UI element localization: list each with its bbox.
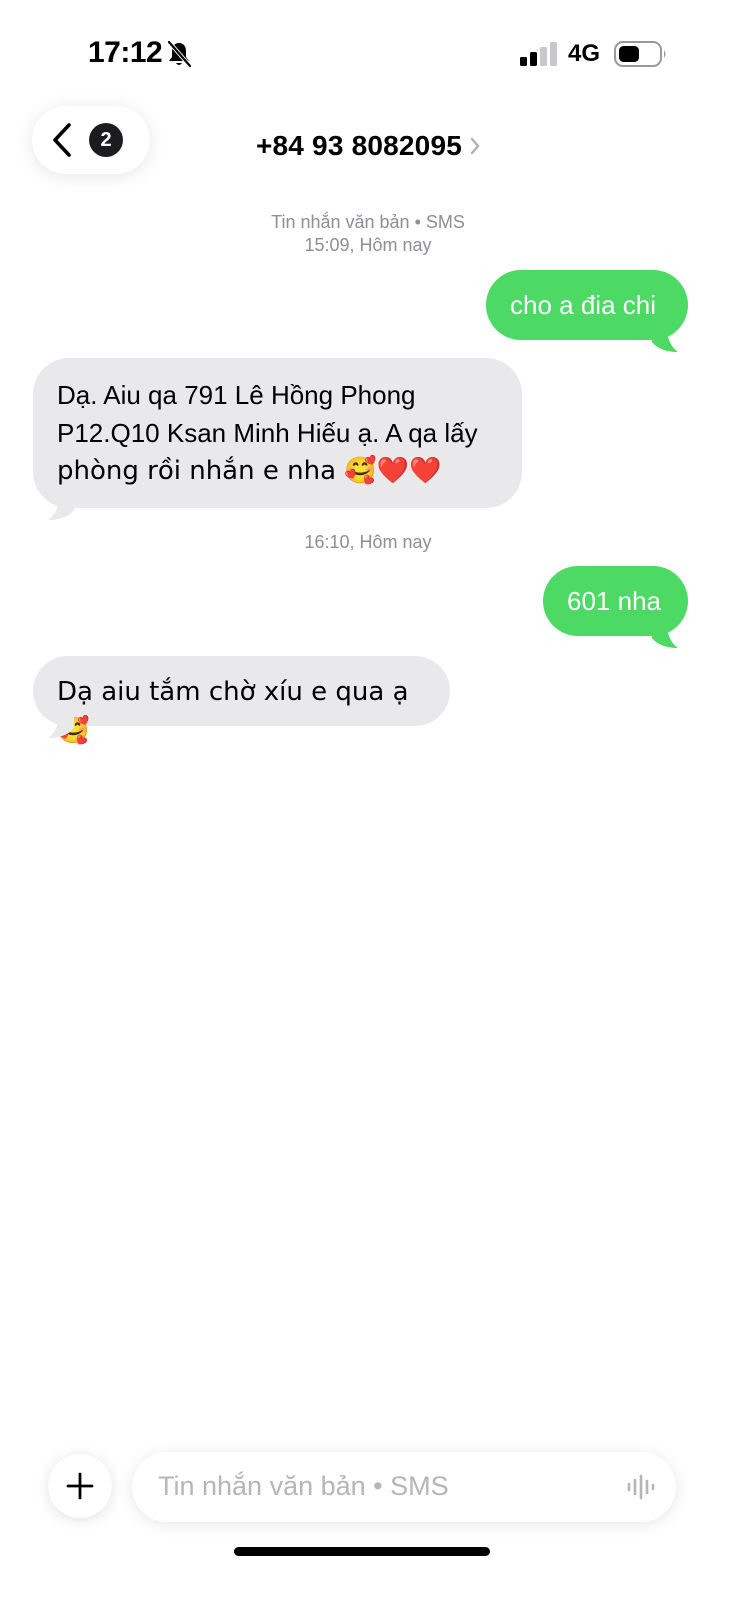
status-bar: 17:12 4G	[0, 0, 736, 100]
battery-icon	[614, 41, 666, 67]
bell-slash-icon	[167, 40, 192, 68]
message-line: phòng rồi nhắn e nha 🥰❤️❤️	[57, 456, 442, 486]
contact-number: +84 93 8082095	[255, 129, 462, 161]
message-line: P12.Q10 Ksan Minh Hiếu ạ. A qa lấy	[57, 418, 478, 448]
message-text: 601 nha	[567, 586, 661, 616]
bubble-tail	[48, 706, 74, 738]
message-line: Dạ. Aiu qa 791 Lê Hồng Phong	[57, 380, 416, 410]
plus-icon	[66, 1472, 94, 1500]
timestamp: 16:10, Hôm nay	[304, 532, 432, 552]
bubble-tail	[652, 320, 678, 352]
message-text: Dạ aiu tắm chờ xíu e qua ạ 🥰	[57, 677, 409, 746]
incoming-message[interactable]: Dạ aiu tắm chờ xíu e qua ạ 🥰	[33, 656, 450, 746]
waveform-icon[interactable]	[626, 1474, 656, 1500]
message-text: cho a đia chi	[510, 290, 656, 320]
chevron-right-icon	[470, 137, 480, 154]
bubble-tail	[48, 488, 74, 520]
status-time: 17:12	[88, 36, 163, 69]
bubble-tail	[652, 616, 678, 648]
add-attachment-button[interactable]	[48, 1454, 112, 1518]
network-type: 4G	[568, 40, 601, 67]
contact-header[interactable]: +84 93 8082095	[0, 128, 736, 162]
message-input[interactable]: Tin nhắn văn bản • SMS	[132, 1452, 676, 1522]
cellular-signal-icon	[520, 42, 557, 66]
incoming-message[interactable]: Dạ. Aiu qa 791 Lê Hồng Phong P12.Q10 Ksa…	[33, 358, 522, 508]
message-input-placeholder: Tin nhắn văn bản • SMS	[158, 1471, 449, 1501]
messages-screen: 17:12 4G 2 +84 93 8082095 Tin nhắn văn b…	[0, 0, 736, 1600]
service-label: Tin nhắn văn bản • SMS	[271, 212, 465, 232]
home-indicator[interactable]	[234, 1547, 490, 1556]
timestamp: 15:09, Hôm nay	[304, 235, 432, 255]
